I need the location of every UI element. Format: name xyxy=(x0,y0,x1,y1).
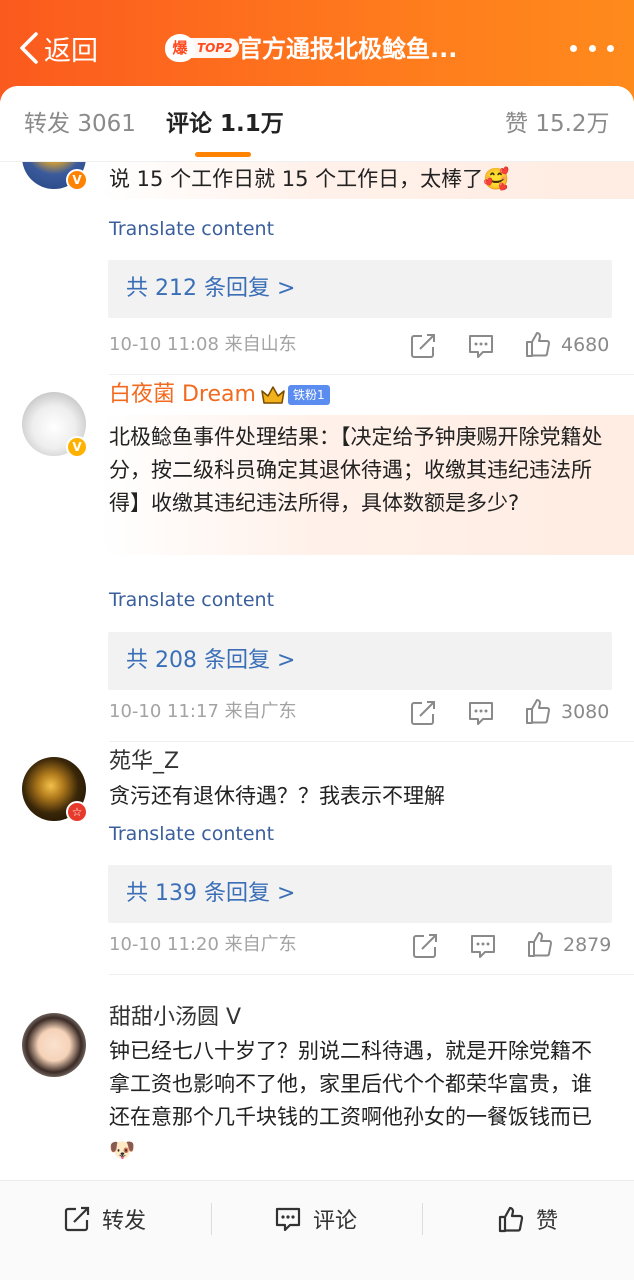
back-label: 返回 xyxy=(44,35,98,67)
repost-icon[interactable] xyxy=(408,698,438,728)
translate-link[interactable]: Translate content xyxy=(109,215,274,243)
verified-badge-icon: V xyxy=(66,436,88,458)
like-icon[interactable] xyxy=(523,329,553,359)
avatar[interactable]: ☆ xyxy=(22,757,88,823)
verified-badge-icon: ☆ xyxy=(66,801,88,823)
avatar[interactable] xyxy=(22,1013,86,1077)
repost-icon[interactable] xyxy=(408,331,438,361)
comment-icon[interactable] xyxy=(468,931,498,961)
verified-badge-icon: V xyxy=(66,169,88,191)
divider xyxy=(109,741,634,742)
username-text: 白夜菌 Dream xyxy=(109,382,256,407)
like-icon[interactable] xyxy=(523,696,553,726)
tab-bar: 转发 3061 评论 1.1万 赞 15.2万 xyxy=(0,86,634,162)
comment-location: 来自广东 xyxy=(224,934,297,955)
comment-text: 北极鲶鱼事件处理结果：【决定给予钟庚赐开除党籍处分，按二级科员确定其退休待遇；收… xyxy=(109,425,603,515)
comment-time: 10-10 11:20 xyxy=(109,934,219,955)
divider xyxy=(109,374,634,375)
tab-comment[interactable]: 评论 1.1万 xyxy=(166,108,284,140)
divider xyxy=(211,1203,212,1235)
translate-link[interactable]: Translate content xyxy=(109,820,274,848)
comment-location: 来自广东 xyxy=(224,701,297,722)
username[interactable]: 苑华_Z xyxy=(109,747,179,777)
replies-box[interactable]: 共 212 条回复 > xyxy=(108,260,612,318)
like-button[interactable]: 赞 xyxy=(496,1201,558,1237)
replies-box[interactable]: 共 139 条回复 > xyxy=(108,865,612,923)
tab-indicator xyxy=(195,152,251,157)
replies-link: 共 212 条回复 > xyxy=(126,276,296,301)
comment-label: 评论 xyxy=(313,1209,358,1234)
more-dots-icon[interactable] xyxy=(570,30,614,66)
content-sheet: 转发 3061 评论 1.1万 赞 15.2万 V 说 15 个工作日就 15 … xyxy=(0,86,634,1280)
back-button[interactable]: 返回 xyxy=(18,28,98,68)
like-count: 2879 xyxy=(563,934,612,956)
tab-like-count: 15.2万 xyxy=(535,111,610,137)
repost-icon xyxy=(64,1206,90,1232)
comment-time: 10-10 11:08 xyxy=(109,334,219,355)
replies-link: 共 208 条回复 > xyxy=(126,648,296,673)
crown-icon xyxy=(261,386,285,404)
comment-feed[interactable]: V 说 15 个工作日就 15 个工作日，太棒了🥰 Translate cont… xyxy=(0,162,634,1182)
tab-like-label: 赞 xyxy=(505,111,528,137)
avatar[interactable]: V xyxy=(22,392,88,458)
repost-button[interactable]: 转发 xyxy=(62,1201,146,1237)
tab-comment-label: 评论 xyxy=(166,111,212,137)
like-count: 4680 xyxy=(561,334,610,356)
comment-meta: 10-10 11:08 来自山东 xyxy=(109,332,297,358)
page-title[interactable]: 官方通报北极鲶鱼... xyxy=(238,29,538,69)
comment-button[interactable]: 评论 xyxy=(273,1201,357,1237)
bottom-action-bar: 转发 评论 赞 xyxy=(0,1180,634,1280)
divider xyxy=(422,1203,423,1235)
username[interactable]: 甜甜小汤圆 V xyxy=(109,1003,241,1033)
like-icon[interactable] xyxy=(525,929,555,959)
avatar[interactable]: V xyxy=(22,162,88,191)
comment-location: 来自山东 xyxy=(224,334,297,355)
username[interactable]: 白夜菌 Dream 铁粉1 xyxy=(109,380,330,410)
repost-label: 转发 xyxy=(102,1209,147,1234)
comment-icon xyxy=(275,1207,301,1232)
tab-comment-count: 1.1万 xyxy=(220,111,284,137)
tab-repost-count: 3061 xyxy=(77,111,136,137)
comment-icon[interactable] xyxy=(466,331,496,361)
comment-meta: 10-10 11:17 来自广东 xyxy=(109,699,297,725)
tab-repost-label: 转发 xyxy=(24,111,70,137)
comment-text: 钟已经七八十岁了？别说二科待遇，就是开除党籍不拿工资也影响不了他，家里后代个个都… xyxy=(109,1039,592,1162)
divider xyxy=(109,974,634,975)
replies-link: 共 139 条回复 > xyxy=(126,881,296,906)
comment-text: 贪污还有退休待遇？？我表示不理解 xyxy=(109,784,445,808)
tab-repost[interactable]: 转发 3061 xyxy=(24,108,136,140)
like-label: 赞 xyxy=(536,1209,559,1234)
comment-meta: 10-10 11:20 来自广东 xyxy=(109,932,297,958)
translate-link[interactable]: Translate content xyxy=(109,586,274,614)
back-arrow-icon xyxy=(20,32,38,64)
like-count: 3080 xyxy=(561,701,610,723)
comment-text: 说 15 个工作日就 15 个工作日，太棒了🥰 xyxy=(109,167,510,191)
repost-icon[interactable] xyxy=(410,931,440,961)
comment-time: 10-10 11:17 xyxy=(109,701,219,722)
like-icon xyxy=(498,1206,524,1233)
fan-badge: 铁粉1 xyxy=(287,385,330,405)
hot-badge: 爆 xyxy=(165,34,195,62)
tab-like[interactable]: 赞 15.2万 xyxy=(505,108,610,140)
replies-box[interactable]: 共 208 条回复 > xyxy=(108,632,612,690)
comment-icon[interactable] xyxy=(466,698,496,728)
